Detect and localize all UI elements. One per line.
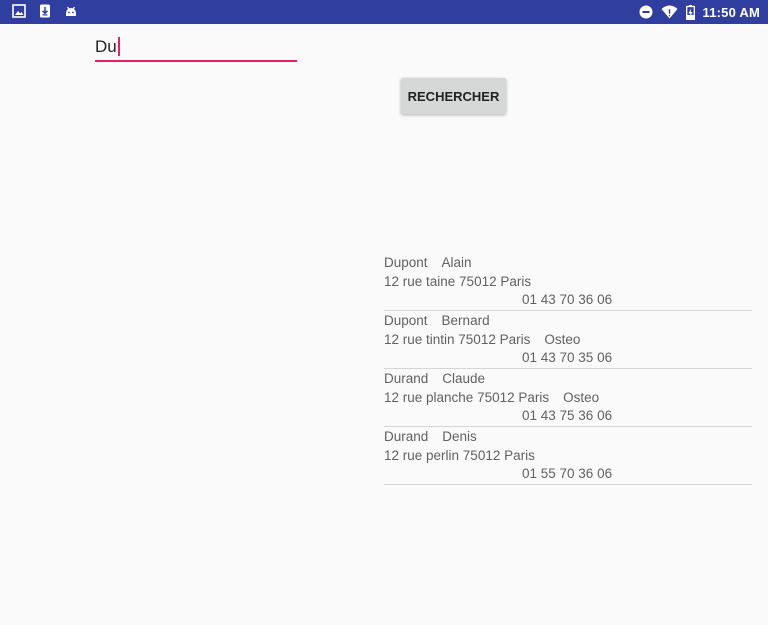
first-name: Claude [442, 371, 486, 386]
search-button[interactable]: RECHERCHER [401, 78, 506, 114]
search-input[interactable] [95, 34, 297, 62]
system-icons: 11:50 AM [639, 0, 760, 24]
specialty: Osteo [563, 390, 600, 405]
first-name: Alain [441, 255, 472, 270]
wifi-icon [661, 5, 678, 19]
last-name: Dupont [384, 255, 428, 270]
address: 12 rue perlin 75012 Paris [384, 448, 535, 463]
status-bar: 11:50 AM [0, 0, 768, 24]
address: 12 rue taine 75012 Paris [384, 274, 532, 289]
address-line: 12 rue tintin 75012 Paris Osteo [384, 331, 580, 349]
notification-icons [12, 4, 78, 18]
name-line: Durand Denis [384, 428, 477, 446]
phone: 01 43 75 36 06 [522, 408, 613, 423]
specialty: Osteo [544, 332, 581, 347]
phone: 01 43 70 35 06 [522, 350, 613, 365]
phone: 01 43 70 36 06 [522, 292, 613, 307]
text-cursor [117, 37, 120, 56]
name-line: Dupont Bernard [384, 312, 490, 330]
address-line: 12 rue planche 75012 Paris Osteo [384, 389, 599, 407]
image-icon [12, 4, 26, 18]
results-list: Dupont Alain 12 rue taine 75012 Paris 01 … [384, 253, 752, 485]
name-line: Durand Claude [384, 370, 485, 388]
address: 12 rue tintin 75012 Paris [384, 332, 531, 347]
search-field[interactable]: Du [95, 34, 297, 62]
list-item[interactable]: Dupont Bernard 12 rue tintin 75012 Paris O… [384, 311, 752, 369]
android-icon [66, 6, 76, 16]
address-line: 12 rue perlin 75012 Paris [384, 447, 549, 465]
do-not-disturb-icon [639, 5, 653, 19]
address: 12 rue planche 75012 Paris [384, 390, 550, 405]
name-line: Dupont Alain [384, 254, 472, 272]
last-name: Dupont [384, 313, 428, 328]
search-input-text: Du [95, 37, 120, 57]
clock: 11:50 AM [702, 4, 760, 20]
list-item[interactable]: Dupont Alain 12 rue taine 75012 Paris 01 … [384, 253, 752, 311]
last-name: Durand [384, 429, 429, 444]
download-icon [40, 4, 50, 18]
last-name: Durand [384, 371, 429, 386]
list-item[interactable]: Durand Denis 12 rue perlin 75012 Paris 01… [384, 427, 752, 485]
first-name: Bernard [441, 313, 490, 328]
phone: 01 55 70 36 06 [522, 466, 613, 481]
first-name: Denis [442, 429, 477, 444]
address-line: 12 rue taine 75012 Paris [384, 273, 545, 291]
list-item[interactable]: Durand Claude 12 rue planche 75012 Paris O… [384, 369, 752, 427]
battery-charging-icon [685, 4, 695, 20]
